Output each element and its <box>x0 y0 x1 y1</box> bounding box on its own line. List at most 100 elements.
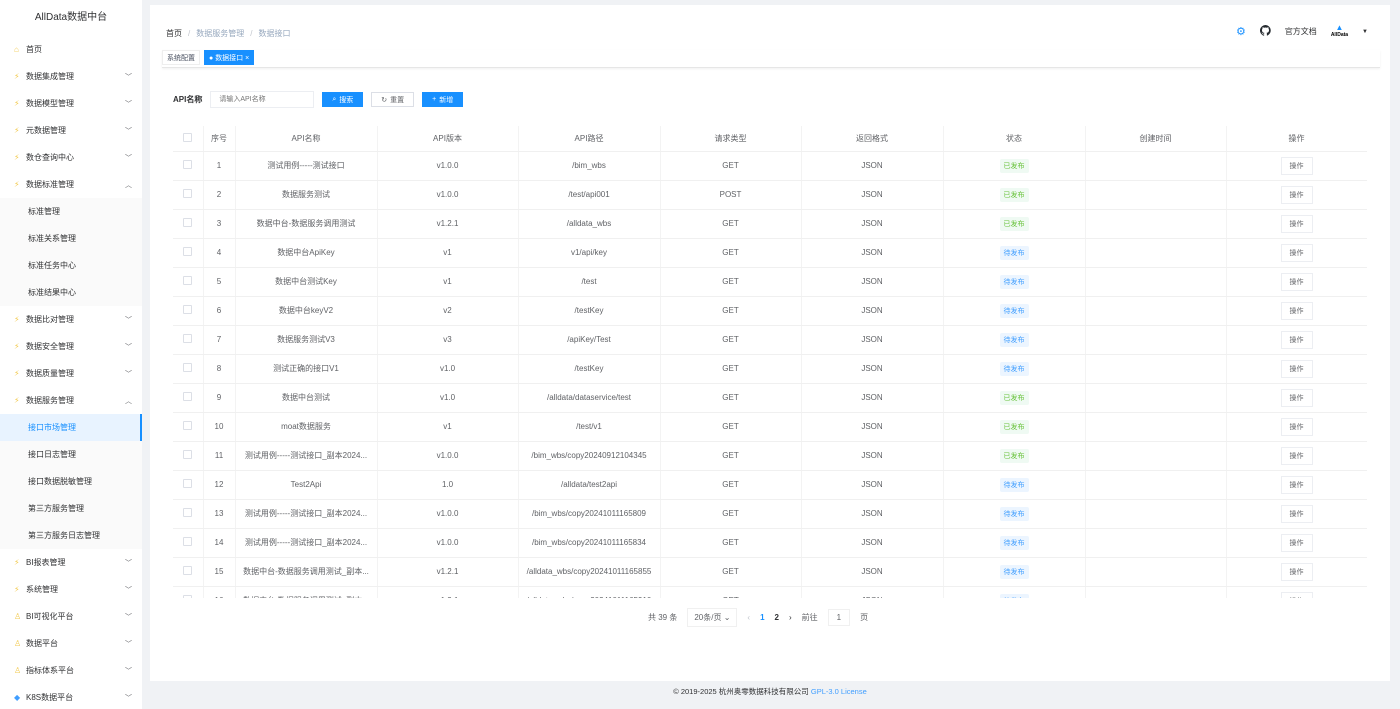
operation-button[interactable]: 操作 <box>1280 330 1313 349</box>
row-checkbox[interactable] <box>173 354 204 384</box>
page-1[interactable]: 1 <box>760 613 764 622</box>
row-checkbox[interactable] <box>173 499 204 529</box>
user-avatar[interactable]: ▲ AllData <box>1331 24 1348 39</box>
row-checkbox[interactable] <box>173 470 204 500</box>
filter-form: API名称 ⌕搜索 ↻重置 +新增 <box>173 91 464 108</box>
sidebar-item[interactable]: ⚡ 元数据管理 ﹀ <box>0 117 142 144</box>
row-checkbox[interactable] <box>173 209 204 239</box>
operation-button[interactable]: 操作 <box>1280 591 1313 598</box>
operation-button[interactable]: 操作 <box>1280 156 1313 175</box>
sidebar-item[interactable]: ♙ BI可视化平台 ﹀ <box>0 603 142 630</box>
status-badge: 待发布 <box>999 593 1029 598</box>
sidebar-item[interactable]: ⚡ 数仓查询中心 ﹀ <box>0 144 142 171</box>
sidebar-item[interactable]: ⚡ 系统管理 ﹀ <box>0 576 142 603</box>
row-checkbox[interactable] <box>173 586 204 598</box>
sidebar-item[interactable]: ◆ K8S数据平台 ﹀ <box>0 684 142 709</box>
sidebar-item[interactable]: ⚡ 数据质量管理 ﹀ <box>0 360 142 387</box>
license-link[interactable]: GPL-3.0 License <box>811 687 867 696</box>
row-checkbox[interactable] <box>173 296 204 326</box>
table-row: 1 测试用例-----测试接口 v1.0.0/bim_wbs GET JSON 已发布 操作 <box>173 151 1367 181</box>
tag-system-config[interactable]: 系统配置 <box>162 50 200 65</box>
operation-button[interactable]: 操作 <box>1280 417 1313 436</box>
table-row: 11 测试用例-----测试接口_副本2024... v1.0.0/bim_wbs/… <box>173 441 1367 471</box>
row-checkbox[interactable] <box>173 383 204 413</box>
api-name-input[interactable] <box>210 91 315 108</box>
sidebar-item[interactable]: ⚡ 数据模型管理 ﹀ <box>0 90 142 117</box>
next-page-button[interactable]: › <box>789 613 792 622</box>
sidebar-item[interactable]: 标准关系管理 <box>0 225 142 252</box>
operation-button[interactable]: 操作 <box>1280 185 1313 204</box>
operation-button[interactable]: 操作 <box>1280 475 1313 494</box>
sidebar-item[interactable]: ⚡ 数据安全管理 ﹀ <box>0 333 142 360</box>
sidebar-item-label: 标准关系管理 <box>28 234 76 243</box>
operation-button[interactable]: 操作 <box>1280 504 1313 523</box>
row-checkbox[interactable] <box>173 238 204 268</box>
row-checkbox[interactable] <box>173 180 204 210</box>
docs-link[interactable]: 官方文档 <box>1285 26 1317 37</box>
goto-page-input[interactable]: 1 <box>827 609 851 626</box>
table-cell: 1 <box>203 151 236 181</box>
row-checkbox[interactable] <box>173 412 204 442</box>
total-count: 共 39 条 <box>648 613 678 622</box>
column-header: 请求类型 <box>660 126 802 152</box>
operation-button[interactable]: 操作 <box>1280 243 1313 262</box>
sidebar-item[interactable]: 标准任务中心 <box>0 252 142 279</box>
sidebar-item[interactable]: ♙ 指标体系平台 ﹀ <box>0 657 142 684</box>
operation-button[interactable]: 操作 <box>1280 359 1313 378</box>
sidebar-item[interactable]: 接口数据脱敏管理 <box>0 468 142 495</box>
table-row: 7 数据服务测试V3 v3/apiKey/Test GET JSON 待发布 操作 <box>173 325 1367 355</box>
operation-button[interactable]: 操作 <box>1280 301 1313 320</box>
operation-button[interactable]: 操作 <box>1280 446 1313 465</box>
row-checkbox[interactable] <box>173 267 204 297</box>
sidebar-item-label: 数据集成管理 <box>26 72 74 81</box>
caret-down-icon[interactable]: ▼ <box>1362 29 1368 35</box>
breadcrumb-home[interactable]: 首页 <box>166 29 182 38</box>
sidebar-item[interactable]: ⚡ 数据标准管理 ︿ <box>0 171 142 198</box>
sidebar: AllData数据中台 ⌂ 首页 ⚡ 数据集成管理 ﹀ ⚡ 数据模型管理 ﹀ ⚡ 元数据管理 ﹀ ⚡ 数… <box>0 0 142 709</box>
table-cell: v1 <box>377 238 519 268</box>
page-2[interactable]: 2 <box>775 613 779 622</box>
table-cell: JSON <box>801 296 944 326</box>
close-icon[interactable]: × <box>245 55 249 62</box>
page-size-select[interactable]: 20条/页 ⌄ <box>687 608 738 627</box>
status-badge: 待发布 <box>999 361 1029 376</box>
sidebar-item[interactable]: 标准管理 <box>0 198 142 225</box>
sidebar-item[interactable]: ⚡ BI报表管理 ﹀ <box>0 549 142 576</box>
sidebar-item[interactable]: 第三方服务日志管理 <box>0 522 142 549</box>
community-icon[interactable]: ⚙ <box>1236 25 1246 38</box>
table-cell: /bim_wbs/copy20241011165809 <box>518 499 661 529</box>
table-cell: 2 <box>203 180 236 210</box>
sidebar-item[interactable]: 接口市场管理 <box>0 414 142 441</box>
row-checkbox[interactable] <box>173 528 204 558</box>
row-checkbox[interactable] <box>173 151 204 181</box>
sidebar-item-label: 标准任务中心 <box>28 261 76 270</box>
sidebar-item[interactable]: ⌂ 首页 <box>0 36 142 63</box>
api-table[interactable]: 序号 API名称 API版本 API路径 请求类型 返回格式 状态 创建时间 操作 1 测试用例-… <box>173 126 1367 598</box>
table-row: 3 数据中台-数据服务调用测试 v1.2.1/alldata_wbs GET JSON 已… <box>173 209 1367 239</box>
add-button[interactable]: + 新增 <box>422 92 464 107</box>
sidebar-item[interactable]: ⚡ 数据集成管理 ﹀ <box>0 63 142 90</box>
sidebar-item-label: K8S数据平台 <box>26 693 74 702</box>
sidebar-item[interactable]: 接口日志管理 <box>0 441 142 468</box>
select-all-checkbox[interactable] <box>173 126 204 152</box>
search-button[interactable]: ⌕ 搜索 <box>322 92 364 107</box>
reset-button[interactable]: ↻ 重置 <box>371 92 415 107</box>
operation-button[interactable]: 操作 <box>1280 272 1313 291</box>
operation-button[interactable]: 操作 <box>1280 388 1313 407</box>
lightning-icon: ⚡ <box>14 369 20 378</box>
tag-data-api[interactable]: ● 数据接口 × <box>204 50 255 65</box>
row-checkbox[interactable] <box>173 557 204 587</box>
github-icon[interactable] <box>1259 25 1271 38</box>
row-checkbox[interactable] <box>173 441 204 471</box>
sidebar-item[interactable]: 第三方服务管理 <box>0 495 142 522</box>
row-checkbox[interactable] <box>173 325 204 355</box>
sidebar-item[interactable]: 标准结果中心 <box>0 279 142 306</box>
prev-page-button[interactable]: ‹ <box>747 613 750 622</box>
operation-button[interactable]: 操作 <box>1280 533 1313 552</box>
sidebar-item[interactable]: ♙ 数据平台 ﹀ <box>0 630 142 657</box>
sidebar-item[interactable]: ⚡ 数据比对管理 ﹀ <box>0 306 142 333</box>
table-cell: 4 <box>203 238 236 268</box>
operation-button[interactable]: 操作 <box>1280 562 1313 581</box>
sidebar-item[interactable]: ⚡ 数据服务管理 ︿ <box>0 387 142 414</box>
operation-button[interactable]: 操作 <box>1280 214 1313 233</box>
